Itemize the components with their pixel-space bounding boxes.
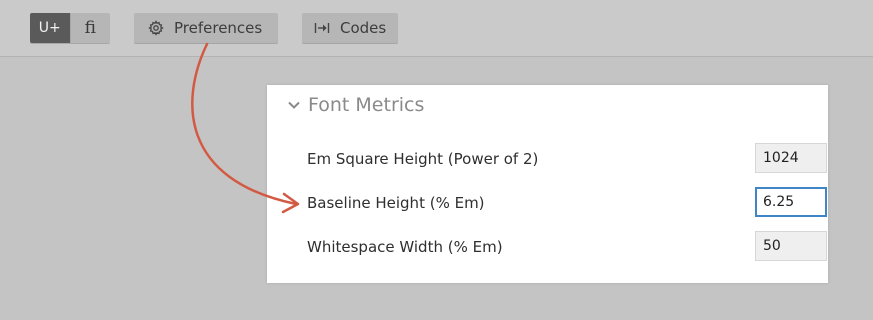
baseline-height-label: Baseline Height (% Em)	[307, 194, 485, 212]
baseline-height-row: Baseline Height (% Em)	[307, 187, 827, 219]
whitespace-width-input[interactable]	[755, 231, 827, 261]
font-metrics-header[interactable]: Font Metrics	[286, 94, 424, 116]
em-square-height-input[interactable]	[755, 143, 827, 173]
preferences-button[interactable]: Preferences	[134, 13, 278, 43]
em-square-height-row: Em Square Height (Power of 2)	[307, 143, 827, 175]
codes-button[interactable]: Codes	[302, 13, 398, 43]
toolbar: U+ fi Preferences Codes	[0, 0, 873, 57]
gear-icon	[148, 20, 164, 36]
ligature-mode-button[interactable]: fi	[69, 13, 110, 43]
codes-label: Codes	[340, 19, 387, 37]
whitespace-width-label: Whitespace Width (% Em)	[307, 238, 503, 256]
em-square-height-label: Em Square Height (Power of 2)	[307, 150, 539, 168]
baseline-height-input[interactable]	[755, 187, 827, 217]
unicode-mode-button[interactable]: U+	[30, 13, 70, 43]
view-mode-toggle: U+ fi	[30, 13, 110, 43]
chevron-down-icon	[286, 97, 302, 113]
font-metrics-panel: Font Metrics Em Square Height (Power of …	[267, 85, 828, 283]
preferences-label: Preferences	[174, 19, 263, 37]
tab-arrow-icon	[314, 21, 330, 35]
whitespace-width-row: Whitespace Width (% Em)	[307, 231, 827, 263]
section-title: Font Metrics	[308, 94, 425, 116]
